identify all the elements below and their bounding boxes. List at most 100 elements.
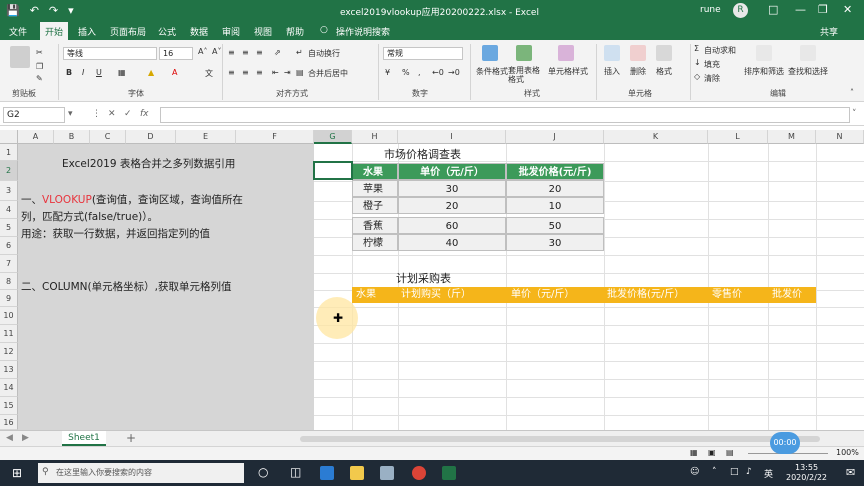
find-select-button[interactable]: 查找和选择	[788, 66, 828, 77]
tab-home[interactable]: 开始	[40, 22, 69, 40]
market-header-fruit[interactable]: 水果	[352, 163, 398, 180]
market-cell-wholesale[interactable]: 10	[506, 197, 604, 214]
row-header-7[interactable]: 7	[0, 255, 18, 273]
format-painter-icon[interactable]: ✎	[36, 74, 43, 83]
share-button[interactable]: 共享	[820, 25, 838, 38]
tab-data[interactable]: 数据	[190, 25, 208, 38]
insert-cells-icon[interactable]	[604, 45, 620, 61]
row-header-2[interactable]: 2	[0, 161, 18, 181]
select-all-corner[interactable]	[0, 130, 18, 144]
clear-icon[interactable]: ◇	[694, 72, 700, 81]
edge-browser-icon[interactable]	[320, 466, 334, 480]
cell-style-button[interactable]: 单元格样式	[548, 66, 588, 77]
market-cell-fruit[interactable]: 苹果	[352, 180, 398, 197]
font-name-select[interactable]: 等线	[63, 47, 157, 60]
align-bottom-icon[interactable]: ≡	[256, 48, 263, 57]
format-cells-icon[interactable]	[656, 45, 672, 61]
increase-indent-icon[interactable]: ⇥	[284, 68, 291, 77]
row-header-16[interactable]: 16	[0, 415, 18, 430]
column-header-e[interactable]: E	[176, 130, 236, 144]
column-header-a[interactable]: A	[18, 130, 54, 144]
row-header-1[interactable]: 1	[0, 144, 18, 161]
prev-sheet-icon[interactable]: ◀	[6, 433, 13, 443]
row-header-15[interactable]: 15	[0, 397, 18, 415]
market-cell-unit-price[interactable]: 60	[398, 217, 506, 234]
market-cell-unit-price[interactable]: 20	[398, 197, 506, 214]
decrease-indent-icon[interactable]: ⇤	[272, 68, 279, 77]
fill-icon[interactable]: ↓	[694, 58, 701, 67]
row-header-10[interactable]: 10	[0, 307, 18, 325]
next-sheet-icon[interactable]: ▶	[22, 433, 29, 443]
autosum-button[interactable]: 自动求和	[704, 45, 736, 56]
avatar[interactable]: R	[733, 3, 748, 18]
purchase-header-unit-price[interactable]: 单价（元/斤）	[511, 287, 574, 303]
active-cell-g2[interactable]	[313, 161, 353, 180]
horizontal-scrollbar[interactable]	[300, 436, 820, 442]
row-header-12[interactable]: 12	[0, 343, 18, 361]
conditional-format-button[interactable]: 条件格式	[476, 66, 508, 77]
ribbon-display-icon[interactable]: □	[768, 3, 778, 16]
comma-style-icon[interactable]: ,	[418, 68, 421, 77]
show-hidden-icons[interactable]: ˄	[712, 467, 717, 477]
undo-icon[interactable]: ↶	[30, 4, 39, 17]
tab-view[interactable]: 视图	[254, 25, 272, 38]
sort-filter-icon[interactable]	[756, 45, 772, 61]
task-view-icon[interactable]: ◫	[290, 465, 301, 479]
copy-icon[interactable]: ❐	[36, 62, 43, 71]
collapse-ribbon-icon[interactable]: ˄	[850, 88, 854, 97]
enter-icon[interactable]: ✓	[124, 109, 132, 119]
sort-filter-button[interactable]: 排序和筛选	[744, 66, 784, 77]
volume-icon[interactable]: ♪	[746, 467, 752, 477]
market-cell-fruit[interactable]: 香蕉	[352, 217, 398, 234]
page-break-view-icon[interactable]: ▤	[726, 448, 734, 457]
column-header-b[interactable]: B	[54, 130, 90, 144]
accounting-format-icon[interactable]: ¥	[385, 68, 390, 77]
file-explorer-icon[interactable]	[350, 466, 364, 480]
normal-view-icon[interactable]: ▦	[690, 448, 698, 457]
people-icon[interactable]: ☺	[690, 467, 699, 477]
save-icon[interactable]: 💾	[6, 4, 20, 17]
market-cell-fruit[interactable]: 橙子	[352, 197, 398, 214]
market-header-unit-price[interactable]: 单价（元/斤）	[398, 163, 506, 180]
align-left-icon[interactable]: ≡	[228, 68, 235, 77]
market-cell-wholesale[interactable]: 30	[506, 234, 604, 251]
clear-button[interactable]: 清除	[704, 73, 720, 84]
market-cell-unit-price[interactable]: 40	[398, 234, 506, 251]
minimize-icon[interactable]: —	[795, 3, 806, 16]
tell-me-search[interactable]: 操作说明搜索	[336, 25, 390, 38]
merge-center-icon[interactable]: ▤	[296, 68, 304, 77]
zoom-level[interactable]: 100%	[836, 448, 859, 457]
table-format-icon[interactable]	[516, 45, 532, 61]
orientation-icon[interactable]: ⇗	[274, 48, 281, 57]
purchase-header-wholesale-price[interactable]: 批发价	[772, 287, 802, 303]
row-header-4[interactable]: 4	[0, 201, 18, 219]
tab-help[interactable]: 帮助	[286, 25, 304, 38]
decrease-decimal-icon[interactable]: →0	[448, 68, 460, 77]
insert-cells-button[interactable]: 插入	[604, 66, 620, 77]
font-size-select[interactable]: 16	[159, 47, 193, 60]
autosum-icon[interactable]: Σ	[694, 44, 699, 53]
fill-button[interactable]: 填充	[704, 59, 720, 70]
wrap-text-button[interactable]: 自动换行	[308, 48, 340, 59]
tab-review[interactable]: 审阅	[222, 25, 240, 38]
column-header-f[interactable]: F	[236, 130, 314, 144]
column-header-h[interactable]: H	[352, 130, 398, 144]
tab-formulas[interactable]: 公式	[158, 25, 176, 38]
tab-insert[interactable]: 插入	[78, 25, 96, 38]
column-header-j[interactable]: J	[506, 130, 604, 144]
cell-style-icon[interactable]	[558, 45, 574, 61]
delete-cells-icon[interactable]	[630, 45, 646, 61]
row-header-3[interactable]: 3	[0, 181, 18, 201]
market-header-wholesale[interactable]: 批发价格(元/斤)	[506, 163, 604, 180]
row-header-5[interactable]: 5	[0, 219, 18, 237]
maximize-icon[interactable]: ❐	[818, 3, 828, 16]
column-header-i[interactable]: I	[398, 130, 506, 144]
network-icon[interactable]: □	[730, 467, 739, 477]
find-select-icon[interactable]	[800, 45, 816, 61]
increase-decimal-icon[interactable]: ←0	[432, 68, 444, 77]
page-layout-view-icon[interactable]: ▣	[708, 448, 716, 457]
taskbar-search-box[interactable]: 在这里输入你要搜索的内容	[38, 463, 244, 483]
windows-start-icon[interactable]: ⊞	[12, 466, 22, 480]
notification-icon[interactable]: ✉	[846, 466, 855, 479]
format-cells-button[interactable]: 格式	[656, 66, 672, 77]
